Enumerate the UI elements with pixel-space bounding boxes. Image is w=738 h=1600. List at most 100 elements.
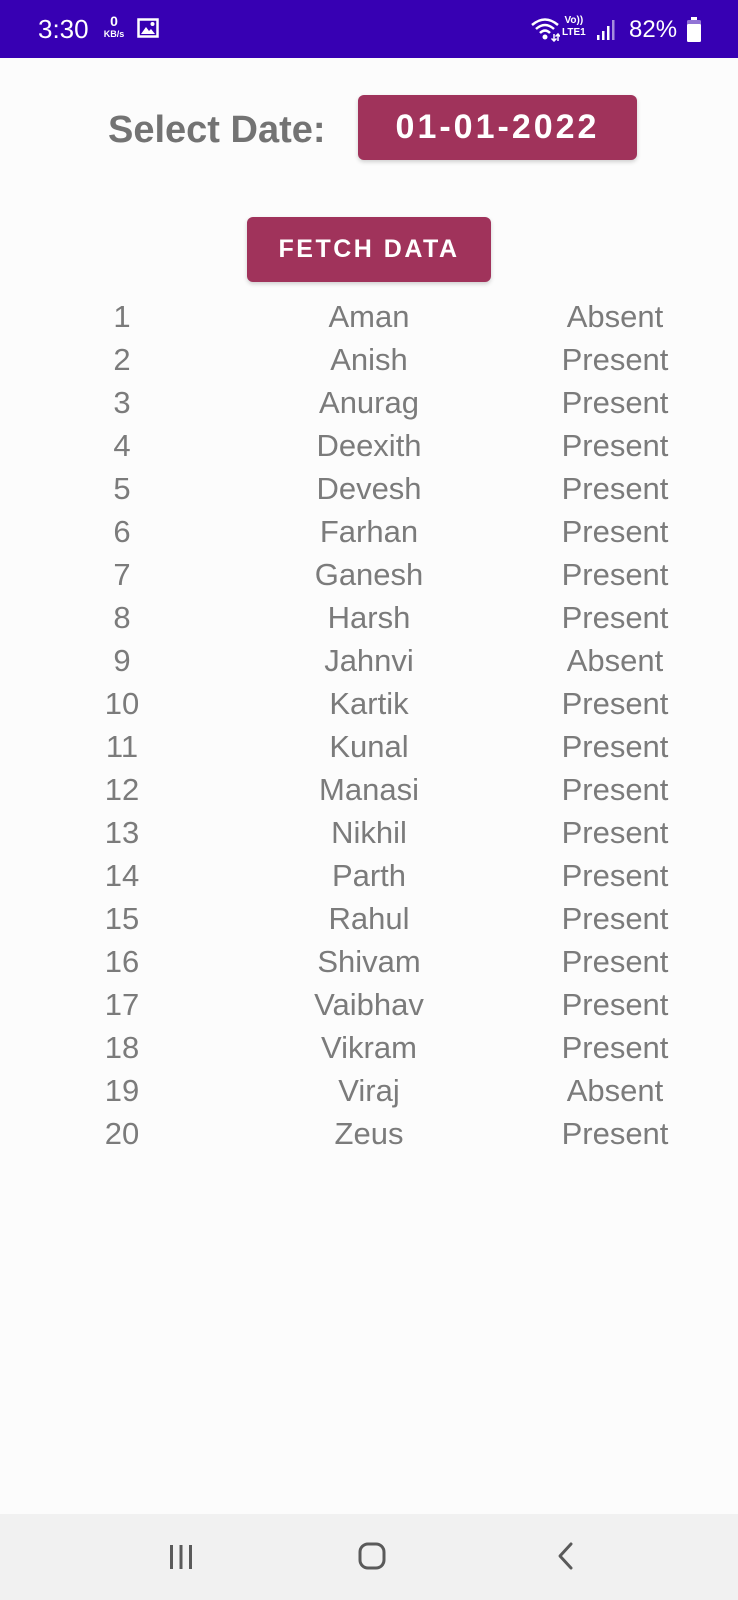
attendance-list: 1 Aman Absent 2 Anish Present 3 Anurag Present 4 D… [0,295,738,1155]
attendance-row: 16 Shivam Present [0,940,738,983]
student-name: Devesh [316,471,422,506]
network-speed-unit: KB/s [103,29,125,39]
attendance-status: Present [561,342,669,377]
student-number: 20 [104,1116,140,1151]
attendance-status: Present [561,858,669,893]
attendance-status: Present [561,944,669,979]
attendance-status: Present [561,514,669,549]
student-number: 14 [104,858,140,893]
attendance-status: Present [561,471,669,506]
student-number: 5 [113,471,131,506]
student-name: Shivam [317,944,421,979]
attendance-row: 18 Vikram Present [0,1026,738,1069]
student-number: 12 [104,772,140,807]
attendance-status: Present [561,815,669,850]
network-speed: 0 KB/s [100,13,128,39]
student-name: Anurag [319,385,419,420]
student-name: Anish [330,342,408,377]
recent-apps-icon[interactable] [167,1543,195,1576]
attendance-row: 4 Deexith Present [0,424,738,467]
attendance-row: 2 Anish Present [0,338,738,381]
fetch-data-button[interactable]: FETCH DATA [247,217,491,282]
student-name: Harsh [327,600,411,635]
student-number: 17 [104,987,140,1022]
attendance-row: 13 Nikhil Present [0,811,738,854]
volte-bottom-label: LTE1 [562,27,586,38]
attendance-row: 3 Anurag Present [0,381,738,424]
attendance-status: Present [561,729,669,764]
attendance-row: 14 Parth Present [0,854,738,897]
student-name: Kartik [329,686,409,721]
wifi-icon [530,16,561,47]
student-name: Vaibhav [314,987,424,1022]
attendance-row: 20 Zeus Present [0,1112,738,1155]
select-date-label: Select Date: [108,109,326,151]
attendance-status: Present [561,901,669,936]
battery-percentage: 82% [629,16,678,43]
volte-indicator: Vo)) LTE1 [562,15,586,39]
student-name: Parth [331,858,407,893]
home-icon[interactable] [357,1541,387,1576]
student-name: Farhan [319,514,419,549]
attendance-row: 19 Viraj Absent [0,1069,738,1112]
attendance-row: 10 Kartik Present [0,682,738,725]
student-number: 15 [104,901,140,936]
attendance-row: 1 Aman Absent [0,295,738,338]
student-number: 8 [113,600,131,635]
attendance-status: Present [561,772,669,807]
image-icon [137,18,159,43]
attendance-row: 15 Rahul Present [0,897,738,940]
attendance-status: Absent [566,299,664,334]
attendance-status: Present [561,686,669,721]
student-name: Deexith [316,428,422,463]
student-number: 16 [104,944,140,979]
attendance-status: Present [561,1116,669,1151]
student-name: Manasi [319,772,419,807]
attendance-status: Absent [566,1073,664,1108]
student-number: 11 [105,729,139,764]
attendance-row: 12 Manasi Present [0,768,738,811]
attendance-status: Present [561,600,669,635]
back-icon[interactable] [554,1541,578,1576]
attendance-row: 5 Devesh Present [0,467,738,510]
student-name: Ganesh [314,557,424,592]
student-number: 1 [113,299,131,334]
student-name: Zeus [334,1116,404,1151]
date-picker-button[interactable]: 01-01-2022 [358,95,637,160]
student-name: Jahnvi [324,643,414,678]
student-name: Aman [328,299,410,334]
student-number: 2 [113,342,131,377]
network-speed-value: 0 [110,13,118,29]
student-number: 9 [113,643,131,678]
attendance-status: Present [561,385,669,420]
student-number: 10 [104,686,140,721]
student-number: 13 [104,815,140,850]
volte-top-label: Vo)) [564,15,584,26]
attendance-status: Absent [566,643,664,678]
attendance-row: 17 Vaibhav Present [0,983,738,1026]
student-number: 18 [104,1030,140,1065]
student-number: 7 [113,557,131,592]
student-name: Vikram [321,1030,417,1065]
battery-icon [686,17,702,48]
student-number: 4 [113,428,131,463]
status-time: 3:30 [38,14,89,44]
attendance-status: Present [561,428,669,463]
student-name: Viraj [338,1073,400,1108]
student-name: Kunal [329,729,409,764]
attendance-row: 11 Kunal Present [0,725,738,768]
attendance-status: Present [561,1030,669,1065]
signal-icon [596,17,616,46]
attendance-status: Present [561,987,669,1022]
student-name: Rahul [328,901,410,936]
attendance-row: 9 Jahnvi Absent [0,639,738,682]
student-number: 6 [113,514,131,549]
student-number: 3 [113,385,131,420]
attendance-status: Present [561,557,669,592]
student-number: 19 [104,1073,140,1108]
navigation-bar [0,1514,738,1600]
attendance-row: 6 Farhan Present [0,510,738,553]
student-name: Nikhil [331,815,407,850]
status-bar: 3:30 0 KB/s Vo)) LTE1 82% [0,0,738,58]
attendance-row: 7 Ganesh Present [0,553,738,596]
